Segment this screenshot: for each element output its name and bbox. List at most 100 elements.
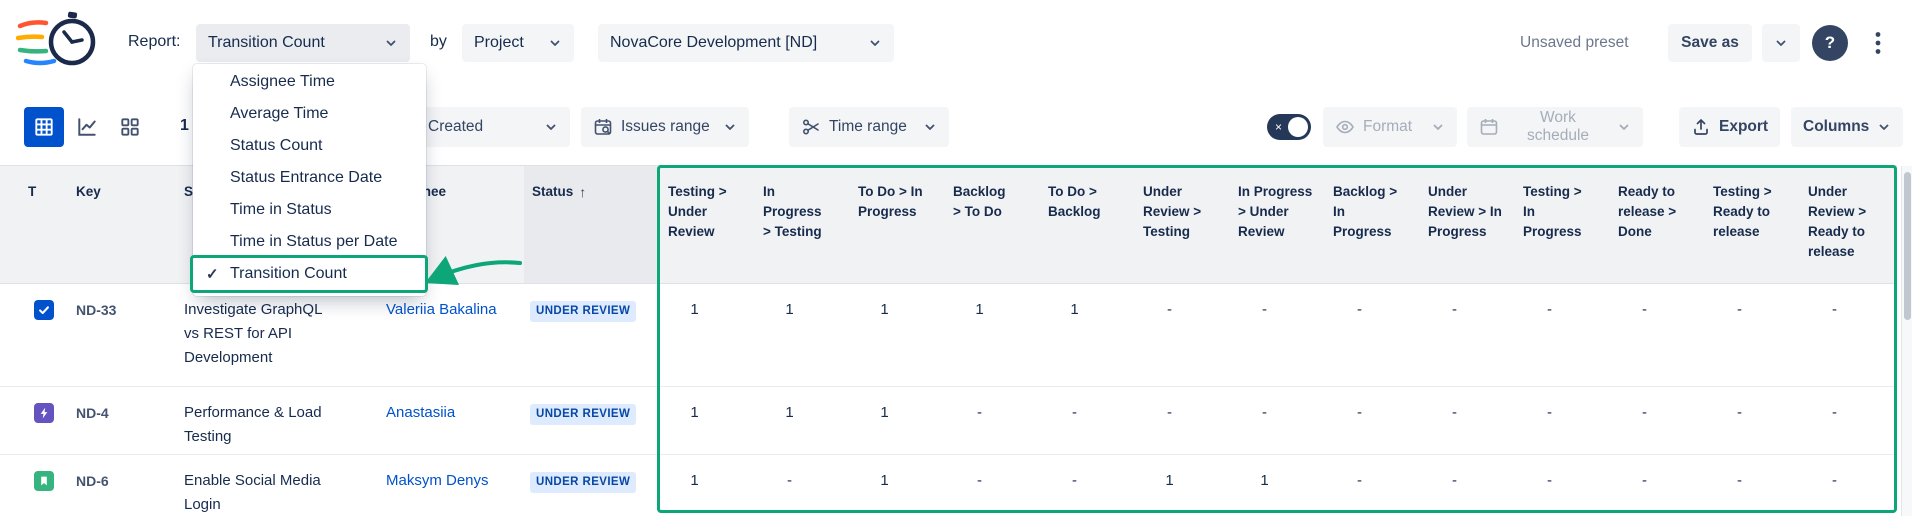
column-header-backlog-in-progress[interactable]: Backlog > In Progress	[1325, 166, 1420, 283]
format-label: Format	[1363, 118, 1412, 136]
report-label: Report:	[128, 33, 180, 51]
transition-count-cell: -	[1135, 401, 1230, 425]
assignee-link[interactable]: Anastasiia	[386, 404, 455, 421]
transition-count-cell: -	[1800, 469, 1895, 493]
menu-item-label: Time in Status per Date	[230, 233, 397, 251]
columns-label: Columns	[1803, 118, 1869, 136]
time-in-status-app: Report: Transition Count by Project Nova…	[0, 0, 1915, 516]
work-schedule-label: Work schedule	[1507, 109, 1609, 145]
created-sort-dropdown[interactable]: Created	[416, 107, 570, 147]
transition-count-cell: -	[755, 469, 850, 493]
work-schedule-dropdown[interactable]: Work schedule	[1467, 107, 1643, 147]
column-header-testing-under-review[interactable]: Testing > Under Review	[660, 166, 755, 283]
column-header-under-review-testing[interactable]: Under Review > Testing	[1135, 166, 1230, 283]
menu-item-time-in-status[interactable]: Time in Status	[193, 194, 426, 226]
pivot-view-button[interactable]	[110, 107, 150, 147]
issue-type-cell	[0, 469, 60, 496]
chart-view-button[interactable]	[67, 107, 107, 147]
app-logo-icon	[16, 10, 100, 73]
group-by-value: Project	[474, 34, 524, 52]
column-header-under-review-in-progress[interactable]: Under Review > In Progress	[1420, 166, 1515, 283]
chart-view-icon	[76, 116, 98, 138]
save-as-chevron-button[interactable]	[1762, 24, 1800, 62]
save-as-button[interactable]: Save as	[1668, 24, 1752, 62]
columns-dropdown[interactable]: Columns	[1791, 107, 1903, 147]
issue-key: ND-6	[60, 469, 176, 493]
scissors-icon	[801, 117, 821, 137]
chevron-down-icon	[548, 36, 562, 50]
transition-count-cell: 1	[660, 469, 755, 493]
toggle-x-icon: ×	[1275, 119, 1282, 135]
transition-count-cell: 1	[755, 401, 850, 425]
report-type-dropdown[interactable]: Transition Count	[196, 24, 410, 62]
issues-range-dropdown[interactable]: Issues range	[581, 107, 749, 147]
table-view-button[interactable]	[24, 107, 64, 147]
more-menu-button[interactable]	[1860, 24, 1896, 62]
chevron-down-icon	[868, 36, 882, 50]
menu-item-average-time[interactable]: Average Time	[193, 98, 426, 130]
column-header-testing-in-progress[interactable]: Testing > In Progress	[1515, 166, 1610, 283]
eye-icon	[1335, 117, 1355, 137]
column-header-in-progress-testing[interactable]: In Progress > Testing	[755, 166, 850, 283]
column-header-key[interactable]: Key	[60, 166, 176, 283]
checkmark-icon: ✓	[206, 265, 219, 283]
column-header-testing-ready-to-release[interactable]: Testing > Ready to release	[1705, 166, 1800, 283]
scrollbar-thumb[interactable]	[1904, 172, 1911, 320]
assignee-cell: Anastasiia	[378, 401, 524, 425]
row-checkbox-checked[interactable]	[34, 300, 54, 320]
column-header-to-do-backlog[interactable]: To Do > Backlog	[1040, 166, 1135, 283]
calendar-icon	[1479, 117, 1499, 137]
transition-count-cell: -	[1420, 401, 1515, 425]
transition-count-cell: 1	[660, 298, 755, 322]
assignee-link[interactable]: Valeriia Bakalina	[386, 301, 497, 318]
transition-count-cell: -	[1800, 401, 1895, 425]
status-badge: UNDER REVIEW	[530, 301, 636, 322]
transition-count-cell: -	[1040, 469, 1135, 493]
format-dropdown[interactable]: Format	[1323, 107, 1457, 147]
column-header-status[interactable]: Status ↑	[524, 166, 660, 283]
table-row-nd-33[interactable]: ND-33Investigate GraphQL vs REST for API…	[0, 284, 1897, 387]
export-button[interactable]: Export	[1679, 107, 1780, 147]
column-header-to-do-in-progress[interactable]: To Do > In Progress	[850, 166, 945, 283]
table-row-nd-6[interactable]: ND-6Enable Social Media LoginMaksym Deny…	[0, 455, 1897, 516]
time-range-dropdown[interactable]: Time range	[789, 107, 949, 147]
transition-count-cell: -	[1230, 401, 1325, 425]
status-badge: UNDER REVIEW	[530, 404, 636, 425]
menu-item-status-entrance-date[interactable]: Status Entrance Date	[193, 162, 426, 194]
issue-summary: Performance & Load Testing	[176, 401, 378, 449]
menu-item-label: Status Entrance Date	[230, 169, 382, 187]
help-button[interactable]: ?	[1812, 25, 1848, 61]
vertical-scrollbar[interactable]	[1901, 166, 1912, 516]
transition-count-cell: 1	[660, 401, 755, 425]
menu-item-label: Assignee Time	[230, 73, 335, 91]
column-header-backlog-to-do[interactable]: Backlog > To Do	[945, 166, 1040, 283]
preset-status-label: Unsaved preset	[1520, 34, 1629, 52]
chevron-down-icon	[384, 36, 398, 50]
column-header-ready-to-release-done[interactable]: Ready to release > Done	[1610, 166, 1705, 283]
transition-count-cell: -	[1705, 469, 1800, 493]
issue-key: ND-4	[60, 401, 176, 425]
transition-count-cell: -	[1800, 298, 1895, 322]
transition-count-cell: -	[1040, 401, 1135, 425]
transition-count-cell: -	[1420, 469, 1515, 493]
menu-item-transition-count[interactable]: ✓Transition Count	[193, 258, 426, 290]
chevron-down-icon	[1877, 120, 1891, 134]
story-issue-type-icon	[34, 471, 54, 491]
column-header-type[interactable]: T	[0, 166, 60, 283]
transition-count-cell: -	[1420, 298, 1515, 322]
assignee-link[interactable]: Maksym Denys	[386, 472, 489, 489]
column-header-under-review-ready-to-release[interactable]: Under Review > Ready to release	[1800, 166, 1895, 283]
menu-item-assignee-time[interactable]: Assignee Time	[193, 66, 426, 98]
group-by-dropdown[interactable]: Project	[462, 24, 574, 62]
column-header-in-progress-under-review[interactable]: In Progress > Under Review	[1230, 166, 1325, 283]
table-row-nd-4[interactable]: ND-4Performance & Load Testing Anastasiia…	[0, 387, 1897, 455]
menu-item-time-in-status-per-date[interactable]: Time in Status per Date	[193, 226, 426, 258]
project-dropdown[interactable]: NovaCore Development [ND]	[598, 24, 894, 62]
menu-item-label: Time in Status	[230, 201, 332, 219]
status-badge: UNDER REVIEW	[530, 472, 636, 493]
toggle-switch[interactable]: ×	[1267, 114, 1311, 140]
transition-count-cell: -	[945, 469, 1040, 493]
toggle-knob	[1288, 117, 1308, 137]
created-sort-value: Created	[428, 118, 483, 136]
menu-item-status-count[interactable]: Status Count	[193, 130, 426, 162]
